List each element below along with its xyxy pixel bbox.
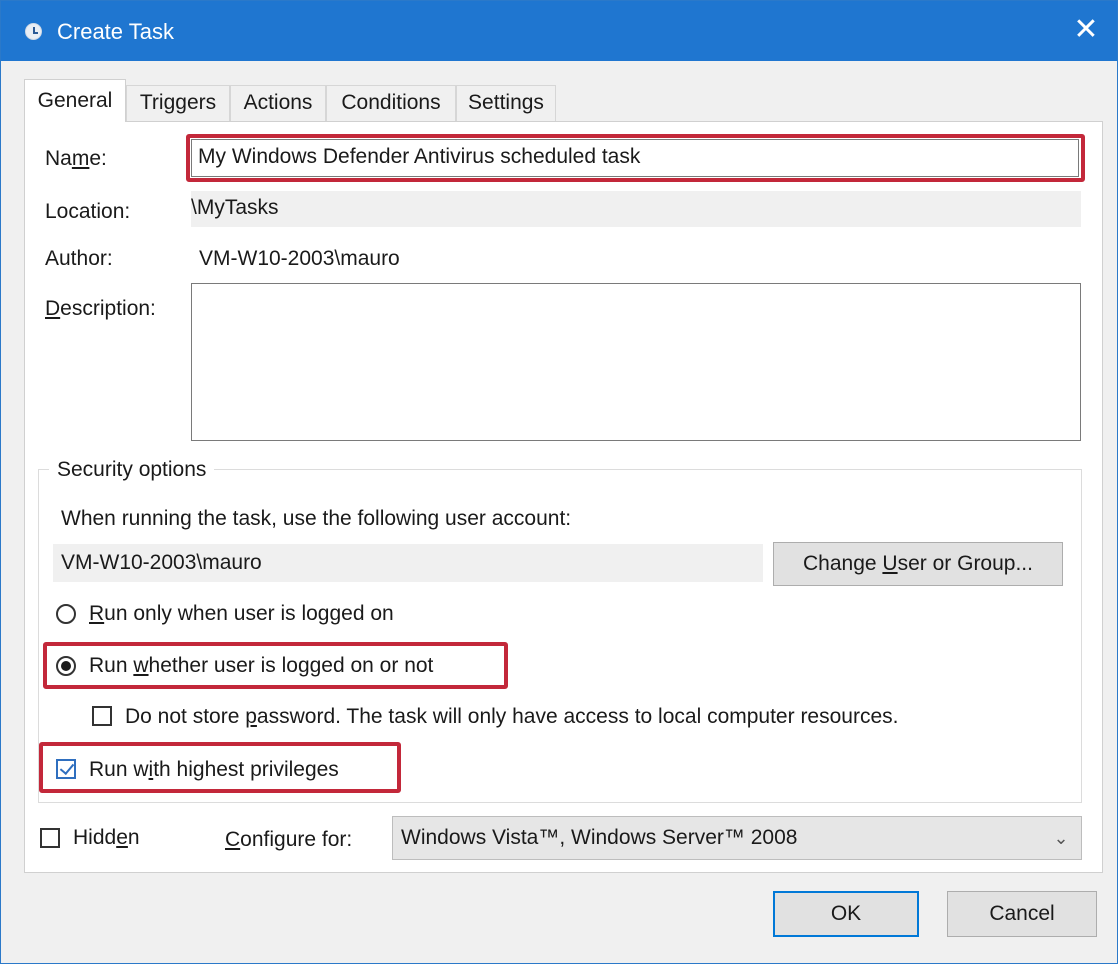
configure-for-label: Configure for:	[225, 828, 353, 851]
change-user-button[interactable]: Change User or Group...	[773, 542, 1063, 586]
author-value: VM-W10-2003\mauro	[199, 247, 400, 270]
tab-settings[interactable]: Settings	[456, 85, 556, 121]
tab-label: Conditions	[341, 91, 441, 114]
tab-actions[interactable]: Actions	[230, 85, 326, 121]
highest-privileges-label[interactable]: Run with highest privileges	[89, 757, 339, 783]
clock-icon	[25, 23, 42, 40]
author-label: Author:	[45, 247, 113, 270]
description-label: Description:	[45, 297, 156, 320]
close-icon[interactable]: ✕	[1069, 13, 1103, 47]
security-options-title: Security options	[49, 457, 215, 483]
description-textarea[interactable]	[191, 283, 1081, 441]
do-not-store-password-checkbox[interactable]	[92, 706, 112, 726]
tab-label: Triggers	[139, 91, 217, 114]
chevron-down-icon: ⌄	[1053, 828, 1069, 848]
configure-for-select[interactable]: Windows Vista™, Windows Server™ 2008 ⌄	[392, 816, 1082, 860]
name-input[interactable]: My Windows Defender Antivirus scheduled …	[191, 139, 1079, 177]
run-logged-on-radio[interactable]	[56, 604, 76, 624]
hidden-label[interactable]: Hidden	[73, 825, 140, 851]
run-whether-radio[interactable]	[56, 656, 76, 676]
account-prompt: When running the task, use the following…	[61, 507, 572, 530]
location-field: \MyTasks	[191, 191, 1081, 227]
tab-conditions[interactable]: Conditions	[326, 85, 456, 121]
create-task-dialog: Create Task ✕ General Triggers Actions C…	[0, 0, 1118, 964]
tab-label: General	[37, 89, 113, 112]
do-not-store-password-label[interactable]: Do not store password. The task will onl…	[125, 704, 898, 730]
window-title: Create Task	[57, 19, 174, 44]
tab-label: Actions	[243, 91, 313, 114]
tab-general[interactable]: General	[24, 79, 126, 122]
tab-triggers[interactable]: Triggers	[126, 85, 230, 121]
name-label: Name:	[45, 147, 107, 170]
ok-button[interactable]: OK	[773, 891, 919, 937]
title-bar[interactable]: Create Task ✕	[1, 1, 1117, 61]
configure-for-value: Windows Vista™, Windows Server™ 2008	[401, 826, 798, 849]
hidden-checkbox[interactable]	[40, 828, 60, 848]
run-whether-label[interactable]: Run whether user is logged on or not	[89, 653, 433, 679]
location-label: Location:	[45, 200, 131, 223]
location-value: \MyTasks	[191, 196, 279, 219]
tab-label: Settings	[468, 91, 544, 114]
user-account-field: VM-W10-2003\mauro	[53, 544, 763, 582]
highest-privileges-checkbox[interactable]	[56, 759, 76, 779]
run-logged-on-label[interactable]: Run only when user is logged on	[89, 601, 394, 627]
cancel-button[interactable]: Cancel	[947, 891, 1097, 937]
